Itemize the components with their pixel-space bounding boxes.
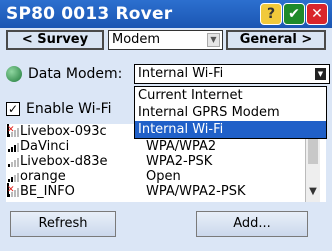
network-name: Livebox-d83e: [20, 154, 108, 169]
network-name: Livebox-093c: [20, 124, 107, 139]
globe-icon: [6, 66, 22, 82]
error-icon: ✕: [7, 183, 15, 197]
network-security: Open: [146, 169, 181, 184]
data-modem-label: Data Modem:: [28, 66, 123, 82]
signal-strength-icon: [8, 172, 19, 182]
dropdown-option[interactable]: Internal GPRS Modem: [135, 104, 326, 121]
add-button[interactable]: Add...: [196, 211, 308, 237]
network-name: orange: [20, 169, 66, 184]
close-button[interactable]: ✕: [306, 3, 328, 25]
data-modem-dropdown: Current Internet Internal GPRS Modem Inter…: [134, 86, 327, 139]
window-title: SP80 0013 Rover: [6, 4, 173, 24]
ok-button[interactable]: ✔: [283, 3, 305, 25]
data-modem-select[interactable]: Internal Wi-Fi ▼: [134, 64, 330, 84]
refresh-button[interactable]: Refresh: [10, 211, 116, 237]
chevron-down-icon[interactable]: ▼: [207, 33, 220, 47]
network-security: WPA/WPA2-PSK: [146, 184, 246, 199]
network-row[interactable]: orange Open: [6, 169, 326, 184]
signal-strength-icon: [8, 142, 19, 152]
general-next-button[interactable]: General >: [226, 30, 326, 50]
network-name: DaVinci: [20, 139, 70, 154]
network-security: WPA/WPA2: [146, 139, 217, 154]
network-row[interactable]: Livebox-d83e WPA2-PSK: [6, 154, 326, 169]
navigation-row: < Survey Modem ▼ General >: [0, 30, 332, 52]
dropdown-arrow-icon[interactable]: ▼: [315, 68, 326, 80]
dropdown-option[interactable]: Current Internet: [135, 87, 326, 104]
help-button[interactable]: ?: [260, 3, 282, 25]
data-modem-value: Internal Wi-Fi: [138, 66, 224, 81]
dropdown-option[interactable]: Internal Wi-Fi: [135, 121, 326, 138]
signal-strength-icon: ✕: [7, 183, 19, 197]
enable-wifi-label: Enable Wi-Fi: [26, 101, 112, 117]
survey-back-button[interactable]: < Survey: [6, 30, 104, 50]
network-name: BE_INFO: [20, 184, 75, 199]
network-row[interactable]: DaVinci WPA/WPA2: [6, 139, 326, 154]
signal-strength-icon: ✕: [7, 124, 19, 137]
enable-wifi-checkbox[interactable]: ✓: [6, 102, 20, 116]
error-icon: ✕: [7, 124, 15, 137]
title-bar: SP80 0013 Rover ? ✔ ✕: [0, 0, 332, 28]
network-row[interactable]: ✕ BE_INFO WPA/WPA2-PSK: [6, 183, 326, 199]
section-select[interactable]: Modem ▼: [108, 30, 223, 50]
scroll-down-icon[interactable]: ▼: [307, 186, 319, 198]
section-select-value: Modem: [112, 32, 161, 47]
network-security: WPA2-PSK: [146, 154, 213, 169]
signal-strength-icon: [8, 157, 19, 167]
